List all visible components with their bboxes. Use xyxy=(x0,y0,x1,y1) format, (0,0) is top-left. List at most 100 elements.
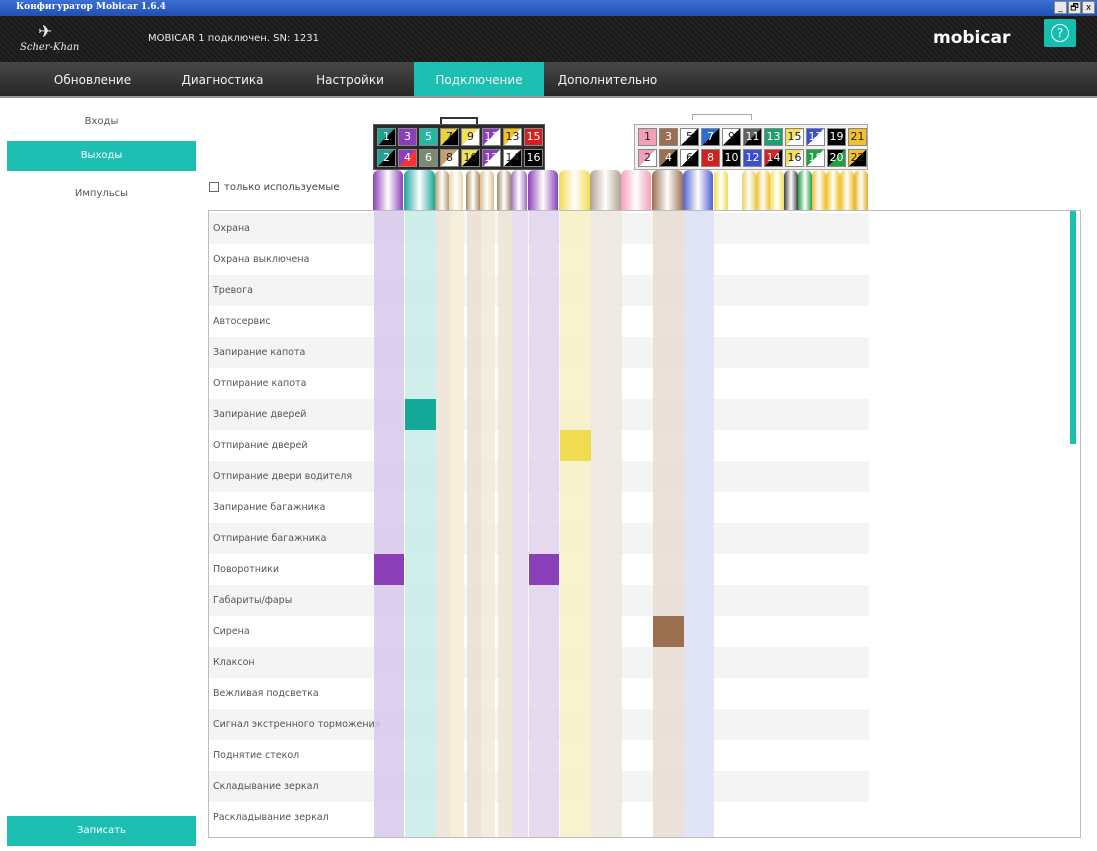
wire-assignment-mark[interactable] xyxy=(405,399,436,430)
connector_right-pin-15[interactable]: 15 xyxy=(785,128,804,146)
wire-column xyxy=(512,211,528,837)
window-titlebar: Конфигуратор Mobicar 1.6.4 _ 🗗 x xyxy=(0,0,1097,16)
wire-column xyxy=(591,211,622,837)
connector_right-pin-9[interactable]: 9 xyxy=(722,128,741,146)
connector-22-pin: 1 3 5 7 9 11 13 15 17 19 21 2 4 6 8 10 12 14 16 18 20 22 xyxy=(634,124,868,170)
wire-stub xyxy=(404,170,435,210)
wire-stub xyxy=(840,170,854,210)
connector_right-pin-10[interactable]: 10 xyxy=(722,149,741,167)
connector_right-pin-22[interactable]: 22 xyxy=(848,149,867,167)
wire-column xyxy=(529,211,559,837)
wire-assignment-mark[interactable] xyxy=(529,554,559,585)
output-label: Поднятие стекол xyxy=(213,750,300,761)
wire-column xyxy=(653,211,684,837)
output-label: Запирание капота xyxy=(213,347,306,358)
connector_left-pin-13[interactable]: 13 xyxy=(503,128,522,146)
connector_right-pin-17[interactable]: 17 xyxy=(806,128,825,146)
connector_left-pin-12[interactable]: 12 xyxy=(482,149,501,167)
tab-connection[interactable]: Подключение xyxy=(414,62,544,96)
logo-text: Scher-Khan xyxy=(20,42,80,53)
wire-column xyxy=(498,211,512,837)
outputs-grid: Охрана Охрана выключена Тревога Автосервис З… xyxy=(208,210,1081,838)
tab-update[interactable]: Обновление xyxy=(20,62,165,96)
connector_right-pin-13[interactable]: 13 xyxy=(764,128,783,146)
minimize-button[interactable]: _ xyxy=(1054,1,1067,14)
connector-16-pin: 1 3 5 7 9 11 13 15 2 4 6 8 10 12 14 16 xyxy=(373,124,545,170)
restore-button[interactable]: 🗗 xyxy=(1068,1,1081,14)
sidebar-item-inputs[interactable]: Входы xyxy=(7,107,196,137)
connector_right-pin-18[interactable]: 18 xyxy=(806,149,825,167)
wire-assignment-mark[interactable] xyxy=(560,430,591,461)
output-label: Отпирание дверей xyxy=(213,440,308,451)
connector_right-pin-21[interactable]: 21 xyxy=(848,128,867,146)
connector_right-pin-12[interactable]: 12 xyxy=(743,149,762,167)
sidebar: Входы Выходы Импульсы xyxy=(0,98,204,851)
connector_right-pin-14[interactable]: 14 xyxy=(764,149,783,167)
connector_left-pin-4[interactable]: 4 xyxy=(398,149,417,167)
connector_left-pin-10[interactable]: 10 xyxy=(461,149,480,167)
connector_right-pin-11[interactable]: 11 xyxy=(743,128,762,146)
output-label: Отпирание двери водителя xyxy=(213,471,353,482)
output-label: Запирание дверей xyxy=(213,409,307,420)
wire-stub xyxy=(590,170,621,210)
connector_left-pin-16[interactable]: 16 xyxy=(524,149,543,167)
wire-stub xyxy=(854,170,868,210)
connector_right-pin-5[interactable]: 5 xyxy=(680,128,699,146)
output-label: Поворотники xyxy=(213,564,280,575)
wire-stub xyxy=(449,170,463,210)
wire-column xyxy=(684,211,714,837)
save-button[interactable]: Записать xyxy=(7,816,196,846)
connector_left-pin-2[interactable]: 2 xyxy=(377,149,396,167)
window-title: Конфигуратор Mobicar 1.6.4 xyxy=(16,2,166,12)
connector_left-pin-11[interactable]: 11 xyxy=(482,128,501,146)
grid-scrollbar[interactable] xyxy=(1070,211,1076,444)
connector_left-pin-7[interactable]: 7 xyxy=(440,128,459,146)
output-label: Клаксон xyxy=(213,657,255,668)
connector_right-pin-1[interactable]: 1 xyxy=(638,128,657,146)
wire-assignment-mark[interactable] xyxy=(374,554,404,585)
connector_left-pin-6[interactable]: 6 xyxy=(419,149,438,167)
output-label: Тревога xyxy=(213,285,253,296)
wire-stub xyxy=(480,170,494,210)
wire-stub xyxy=(812,170,826,210)
only-used-checkbox[interactable] xyxy=(209,182,219,192)
wire-column xyxy=(436,211,450,837)
connector_left-pin-3[interactable]: 3 xyxy=(398,128,417,146)
connector_left-pin-1[interactable]: 1 xyxy=(377,128,396,146)
wire-stub xyxy=(373,170,403,210)
wire-stub xyxy=(683,170,713,210)
main-tabs: Обновление Диагностика Настройки Подключ… xyxy=(0,62,1097,98)
wire-assignment-mark[interactable] xyxy=(653,616,684,647)
connector_right-pin-6[interactable]: 6 xyxy=(680,149,699,167)
help-button[interactable]: ? xyxy=(1044,19,1076,47)
output-label: Отпирание багажника xyxy=(213,533,327,544)
connector_left-pin-8[interactable]: 8 xyxy=(440,149,459,167)
tab-additional[interactable]: Дополнительно xyxy=(545,62,670,96)
wire-stub xyxy=(497,170,511,210)
wire-stub xyxy=(652,170,683,210)
connector_right-pin-16[interactable]: 16 xyxy=(785,149,804,167)
connector_left-pin-5[interactable]: 5 xyxy=(419,128,438,146)
close-button[interactable]: x xyxy=(1082,1,1095,14)
wire-stub xyxy=(559,170,590,210)
connector-latch xyxy=(692,114,752,120)
wire-stub xyxy=(742,170,756,210)
wire-column xyxy=(450,211,464,837)
connector_right-pin-8[interactable]: 8 xyxy=(701,149,720,167)
sidebar-item-outputs[interactable]: Выходы xyxy=(7,141,196,171)
tab-diagnostics[interactable]: Диагностика xyxy=(150,62,295,96)
connector_left-pin-14[interactable]: 14 xyxy=(503,149,522,167)
wire-stub xyxy=(784,170,798,210)
connector_right-pin-4[interactable]: 4 xyxy=(659,149,678,167)
wire-stub xyxy=(466,170,480,210)
connector_left-pin-15[interactable]: 15 xyxy=(524,128,543,146)
connector_right-pin-20[interactable]: 20 xyxy=(827,149,846,167)
connector_right-pin-3[interactable]: 3 xyxy=(659,128,678,146)
connection-status: MOBICAR 1 подключен. SN: 1231 xyxy=(148,33,320,44)
connector_right-pin-2[interactable]: 2 xyxy=(638,149,657,167)
connector_right-pin-7[interactable]: 7 xyxy=(701,128,720,146)
tab-settings[interactable]: Настройки xyxy=(280,62,420,96)
connector_left-pin-9[interactable]: 9 xyxy=(461,128,480,146)
output-label: Раскладывание зеркал xyxy=(213,812,329,823)
connector_right-pin-19[interactable]: 19 xyxy=(827,128,846,146)
